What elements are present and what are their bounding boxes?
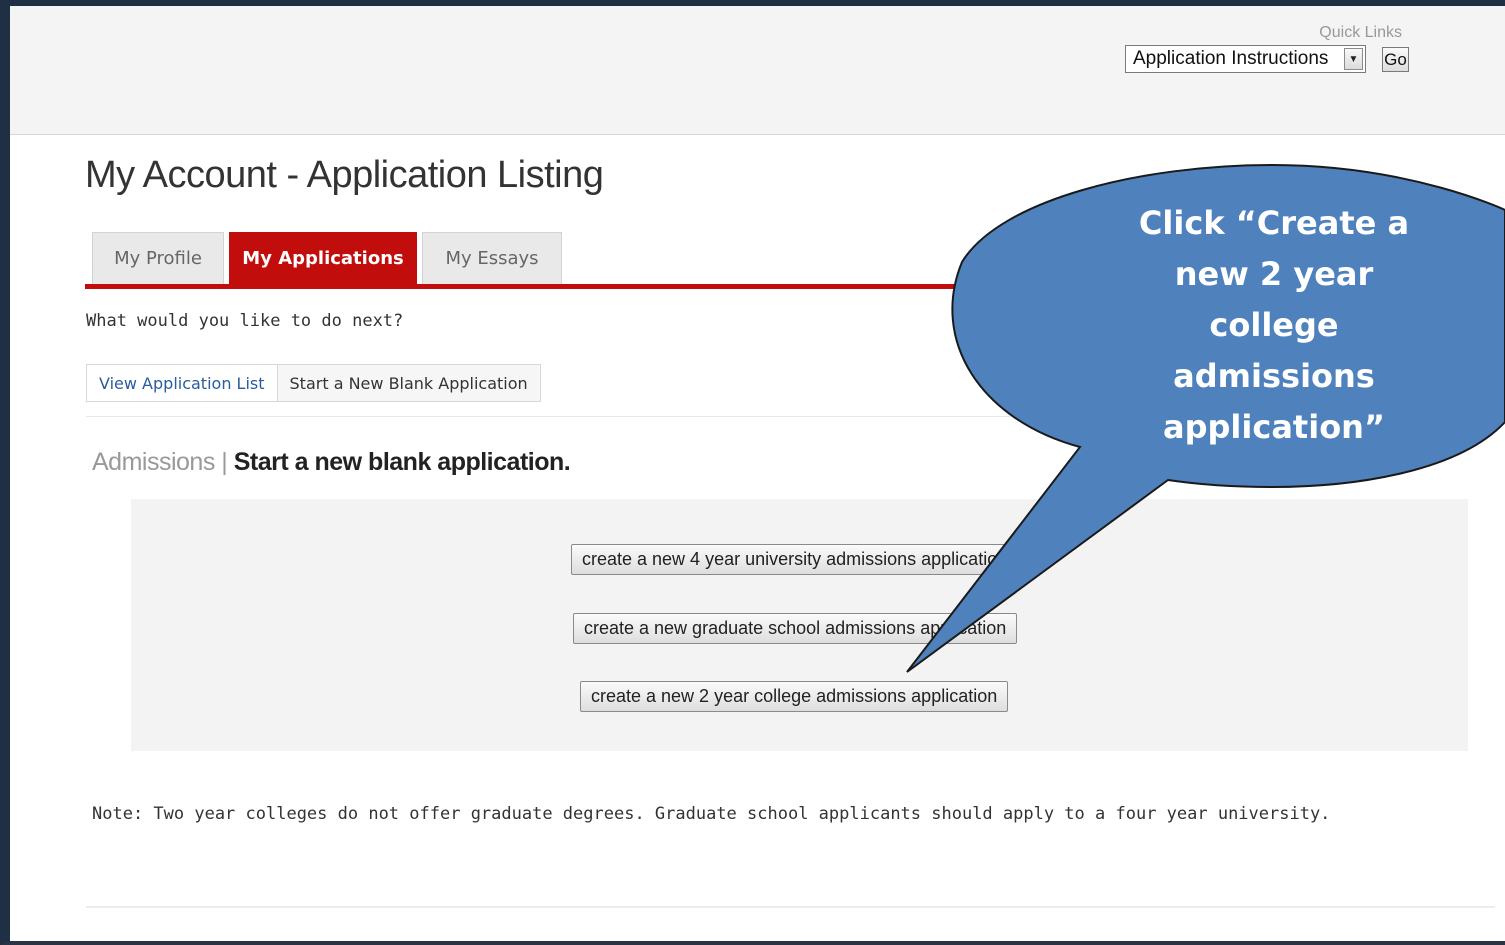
section-separator: | <box>221 448 228 476</box>
subtab-start-new-blank-application[interactable]: Start a New Blank Application <box>277 365 540 401</box>
tab-my-essays[interactable]: My Essays <box>422 232 562 284</box>
next-step-prompt: What would you like to do next? <box>86 311 404 331</box>
callout-line: new 2 year <box>1174 255 1374 293</box>
bottom-divider <box>86 906 1495 908</box>
tab-my-applications[interactable]: My Applications <box>229 232 417 284</box>
create-2-year-college-application-button[interactable]: create a new 2 year college admissions a… <box>580 681 1009 712</box>
tab-my-profile[interactable]: My Profile <box>92 232 224 284</box>
quick-links-select[interactable]: Application Instructions ▼ <box>1125 45 1366 73</box>
section-prefix: Admissions <box>92 448 215 476</box>
callout-line: Click “Create a <box>1138 204 1410 242</box>
application-subtabs: View Application List Start a New Blank … <box>86 364 541 402</box>
note-text: Note: Two year colleges do not offer gra… <box>92 804 1331 824</box>
callout-line: admissions <box>1173 357 1375 395</box>
create-4-year-university-application-button[interactable]: create a new 4 year university admission… <box>571 544 1019 575</box>
section-heading: Admissions | Start a new blank applicati… <box>92 448 571 477</box>
callout-text: Click “Create a new 2 year college admis… <box>1108 198 1440 453</box>
quick-links-selected-value: Application Instructions <box>1133 48 1329 69</box>
page-title: My Account - Application Listing <box>85 154 604 196</box>
go-button[interactable]: Go <box>1382 47 1409 72</box>
callout-line: application” <box>1163 408 1385 446</box>
section-title: Start a new blank application. <box>233 448 571 476</box>
subtab-view-application-list[interactable]: View Application List <box>87 365 278 401</box>
quick-links-label: Quick Links <box>1319 24 1402 41</box>
callout-line: college <box>1209 306 1339 344</box>
chevron-down-icon[interactable]: ▼ <box>1344 48 1363 70</box>
create-graduate-school-application-button[interactable]: create a new graduate school admissions … <box>573 613 1018 644</box>
